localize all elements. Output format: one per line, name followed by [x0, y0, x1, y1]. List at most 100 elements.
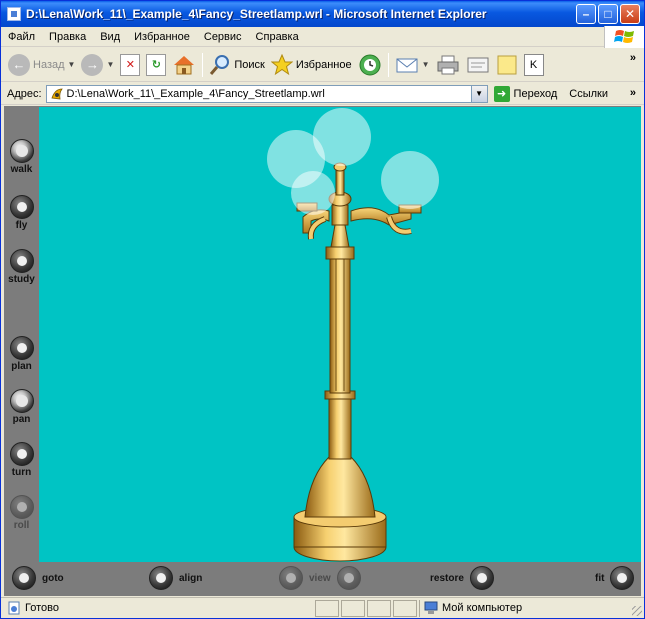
status-panel	[341, 599, 365, 617]
toolbar-separator	[387, 52, 389, 77]
address-dropdown-button[interactable]: ▼	[470, 85, 487, 102]
forward-button[interactable]: → ▼	[78, 50, 117, 80]
stop-button[interactable]: ✕	[117, 50, 143, 80]
walk-tool[interactable]: walk	[4, 139, 39, 175]
fit-icon	[610, 566, 635, 590]
chevron-down-icon: ▼	[67, 60, 76, 69]
roll-icon	[9, 495, 34, 519]
status-panel	[393, 599, 417, 617]
history-icon	[359, 54, 381, 75]
view-label: view	[309, 572, 331, 584]
history-button[interactable]	[355, 50, 385, 80]
favorites-button[interactable]: Избранное	[268, 50, 355, 80]
title-bar[interactable]: D:\Lena\Work_11\_Example_4\Fancy_Streetl…	[1, 1, 644, 27]
address-label: Адрес:	[7, 87, 42, 100]
roll-label: roll	[13, 520, 30, 531]
search-button[interactable]: Поиск	[206, 50, 267, 80]
restore-button[interactable]: restore	[424, 566, 494, 590]
status-bar: Готово Мой компьютер	[1, 597, 644, 618]
streetlamp-model	[267, 108, 439, 562]
go-label: Переход	[513, 87, 558, 100]
search-label: Поиск	[234, 58, 265, 71]
star-icon	[270, 53, 293, 75]
menu-edit[interactable]: Правка	[42, 31, 93, 43]
resize-grip-icon[interactable]	[632, 606, 642, 616]
pan-tool[interactable]: pan	[4, 389, 39, 425]
menu-file[interactable]: Файл	[1, 31, 42, 43]
discuss-button[interactable]	[493, 50, 521, 80]
minimize-icon: –	[582, 7, 590, 21]
refresh-icon: ↻	[146, 53, 167, 76]
back-label: Назад	[33, 58, 65, 71]
links-button[interactable]: Ссылки	[569, 88, 608, 100]
favorites-label: Избранное	[295, 58, 352, 71]
restore-icon	[469, 566, 494, 590]
previous-view-icon	[279, 566, 303, 590]
status-panel	[367, 599, 391, 617]
messenger-button[interactable]: K	[521, 50, 547, 80]
menu-bar: Файл Правка Вид Избранное Сервис Справка	[1, 26, 644, 48]
menu-help[interactable]: Справка	[249, 31, 306, 43]
align-icon	[149, 566, 173, 590]
3d-viewport[interactable]	[39, 107, 641, 562]
mail-button[interactable]: ▼	[392, 50, 433, 80]
goto-label: goto	[42, 572, 64, 584]
study-tool[interactable]: study	[4, 249, 39, 285]
windows-logo-icon	[604, 26, 644, 48]
viewer-bottom-toolbar: goto align view restore fit	[4, 563, 641, 596]
forward-arrow-icon: →	[81, 53, 104, 76]
menu-favorites[interactable]: Избранное	[127, 31, 197, 43]
fly-tool[interactable]: fly	[4, 195, 39, 231]
menu-tools[interactable]: Сервис	[197, 31, 249, 43]
browser-window: D:\Lena\Work_11\_Example_4\Fancy_Streetl…	[0, 0, 645, 619]
chevron-down-icon: ▼	[421, 60, 430, 69]
maximize-button[interactable]: □	[598, 4, 618, 24]
plan-label: plan	[11, 361, 32, 372]
align-label: align	[179, 572, 203, 584]
maximize-icon: □	[604, 7, 612, 21]
turn-icon	[9, 442, 34, 466]
home-button[interactable]	[169, 50, 199, 80]
walk-label: walk	[10, 164, 33, 175]
goto-button[interactable]: goto	[12, 566, 70, 590]
roll-tool: roll	[4, 495, 39, 531]
minimize-button[interactable]: –	[576, 4, 596, 24]
pan-label: pan	[12, 414, 31, 425]
links-overflow-button[interactable]: »	[630, 87, 636, 99]
menu-view[interactable]: Вид	[93, 31, 127, 43]
plan-icon	[9, 336, 34, 360]
stop-icon: ✕	[120, 53, 141, 76]
toolbar-separator	[202, 52, 204, 77]
page-icon	[8, 601, 20, 615]
plan-tool[interactable]: plan	[4, 336, 39, 372]
view-controls: view	[279, 566, 361, 590]
refresh-button[interactable]: ↻	[143, 50, 169, 80]
toolbar-overflow-button[interactable]: »	[630, 52, 636, 64]
home-icon	[174, 55, 195, 74]
fly-label: fly	[15, 220, 28, 231]
zone-label: Мой компьютер	[442, 602, 523, 614]
study-label: study	[8, 274, 35, 285]
fit-label: fit	[595, 572, 605, 584]
pan-icon	[9, 389, 34, 413]
vrml-viewer: walk fly study plan pan turn roll goto a…	[4, 106, 641, 596]
restore-label: restore	[430, 572, 464, 584]
mail-icon	[396, 58, 418, 72]
go-button[interactable]: ➜ Переход	[493, 85, 558, 102]
status-panel	[315, 599, 339, 617]
edit-button[interactable]	[463, 50, 493, 80]
computer-icon	[424, 601, 438, 614]
chevron-down-icon: ▼	[475, 89, 483, 98]
search-icon	[210, 54, 230, 75]
vrml-file-icon	[51, 88, 63, 99]
print-button[interactable]	[433, 50, 463, 80]
address-input[interactable]: D:\Lena\Work_11\_Example_4\Fancy_Streetl…	[45, 84, 488, 103]
close-button[interactable]: ✕	[620, 4, 640, 24]
turn-tool[interactable]: turn	[4, 442, 39, 478]
align-button[interactable]: align	[149, 566, 208, 590]
back-button[interactable]: ← Назад ▼	[5, 50, 78, 80]
fit-button[interactable]: fit	[589, 566, 635, 590]
go-arrow-icon: ➜	[493, 85, 510, 102]
close-icon: ✕	[624, 7, 636, 21]
printer-icon	[437, 55, 459, 74]
